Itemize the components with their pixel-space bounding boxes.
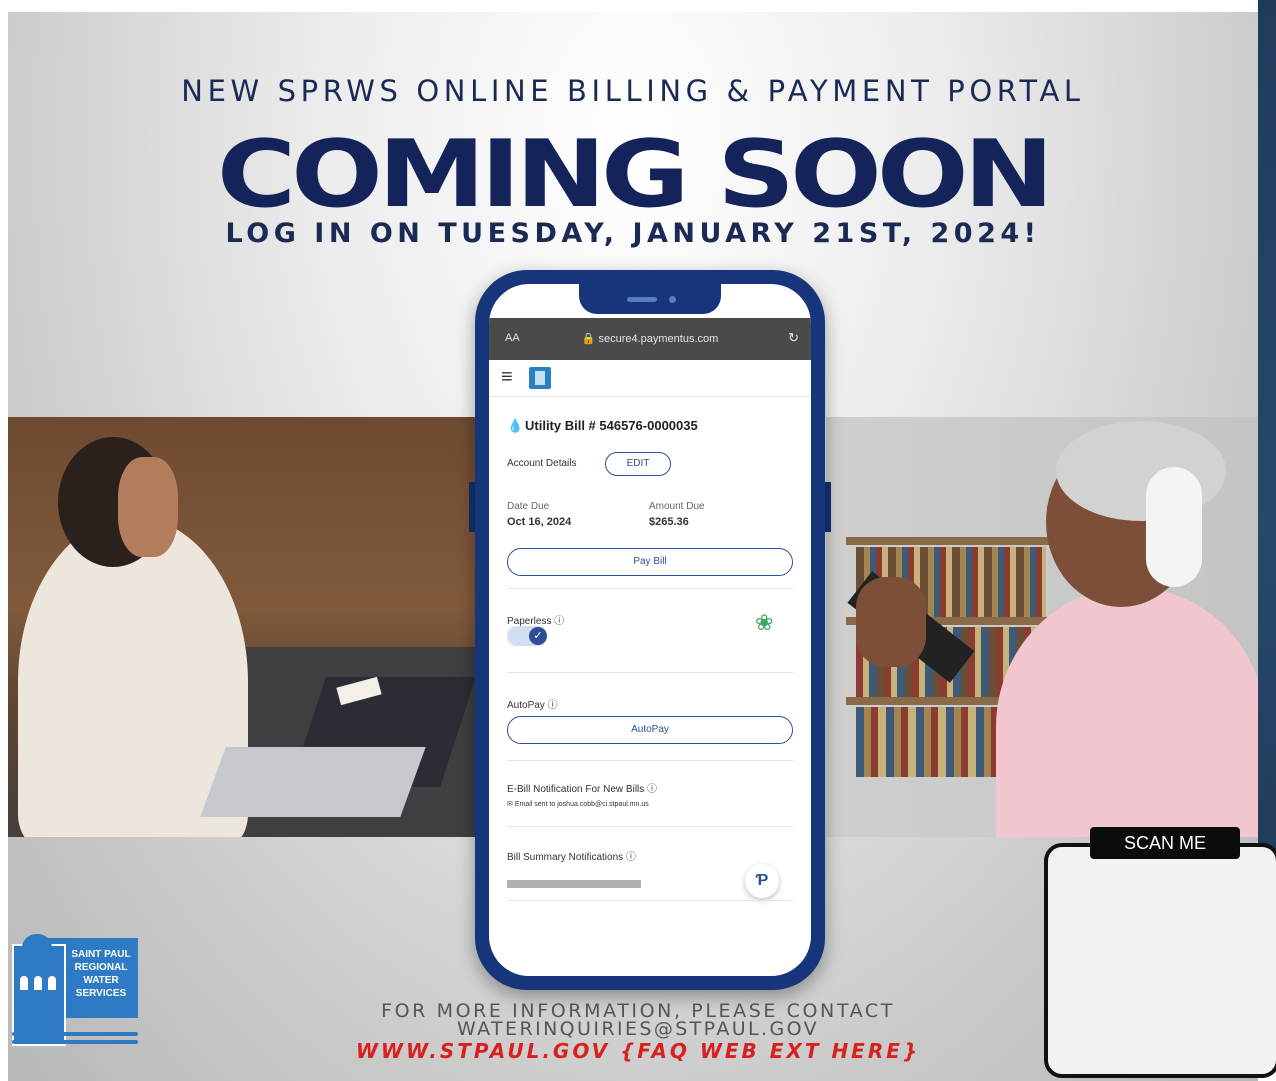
hamburger-menu-icon[interactable]: ≡ <box>501 366 513 389</box>
ebill-text: E-Bill Notification For New Bills <box>507 784 645 795</box>
help-icon[interactable]: ⓘ <box>548 700 558 711</box>
phone-screen: AA 🔒 secure4.paymentus.com ↻ ≡ 💧 Utility… <box>489 284 811 976</box>
autopay-text: AutoPay <box>507 700 545 711</box>
amount-due-label: Amount Due <box>649 501 705 512</box>
url-value: secure4.paymentus.com <box>598 333 719 345</box>
headline: NEW SPRWS ONLINE BILLING & PAYMENT PORTA… <box>181 74 1085 108</box>
phone-notch <box>579 284 721 314</box>
autopay-label: AutoPay ⓘ <box>507 696 558 711</box>
ebill-email: ✉ Email sent to joshua.cobb@ci.stpaul.mn… <box>507 800 649 808</box>
phone-mockup: AA 🔒 secure4.paymentus.com ↻ ≡ 💧 Utility… <box>475 270 825 990</box>
help-icon[interactable]: ⓘ <box>626 852 636 863</box>
help-icon[interactable]: ⓘ <box>554 616 564 627</box>
logo-text: SAINT PAUL REGIONAL WATER SERVICES <box>64 948 138 1000</box>
logo-line: SAINT PAUL <box>71 949 131 960</box>
divider <box>507 826 793 827</box>
help-icon[interactable]: ⓘ <box>647 784 657 795</box>
paperless-label: Paperless ⓘ <box>507 612 564 627</box>
camera-dot <box>669 296 676 303</box>
bill-summary-text: Bill Summary Notifications <box>507 852 624 863</box>
tower-window <box>20 976 28 990</box>
paperless-toggle[interactable]: ✓ <box>507 626 547 646</box>
edit-button[interactable]: EDIT <box>605 452 671 476</box>
photo-woman-laptop <box>8 417 478 837</box>
account-details-label: Account Details <box>507 458 577 469</box>
lock-icon: 🔒 <box>581 333 596 345</box>
logo-line: SERVICES <box>75 988 127 999</box>
check-icon: ✓ <box>529 627 547 645</box>
date-due-value: Oct 16, 2024 <box>507 516 572 528</box>
tower-window <box>48 976 56 990</box>
url-text: 🔒 secure4.paymentus.com <box>489 332 811 345</box>
ebill-email-text: Email sent to joshua.cobb@ci.stpaul.mn.u… <box>514 801 649 808</box>
bill-card: 💧 Utility Bill # 546576-0000035 Account … <box>499 402 801 962</box>
speaker-grille <box>627 297 657 302</box>
placeholder-bar <box>507 880 641 888</box>
bill-title: Utility Bill # 546576-0000035 <box>525 418 698 433</box>
app-header: ≡ <box>489 360 811 397</box>
app-logo-icon[interactable] <box>529 367 551 389</box>
amount-due-value: $265.36 <box>649 516 689 528</box>
ebill-label: E-Bill Notification For New Bills ⓘ <box>507 780 657 795</box>
qr-code-frame[interactable] <box>1044 843 1276 1078</box>
water-drop-icon: 💧 <box>507 418 524 433</box>
date-due-label: Date Due <box>507 501 550 512</box>
divider <box>507 760 793 761</box>
autopay-button[interactable]: AutoPay <box>507 716 793 744</box>
tower-window <box>34 976 42 990</box>
logo-line: WATER <box>83 975 119 986</box>
scan-me-label: SCAN ME <box>1090 827 1240 859</box>
photo-man-tablet <box>826 417 1258 837</box>
paymentus-chat-icon[interactable]: Ƥ <box>745 864 779 898</box>
reload-icon[interactable]: ↻ <box>788 330 799 346</box>
leaf-icon: ❀ <box>755 610 774 635</box>
coming-soon-title: COMING SOON <box>216 120 1054 229</box>
pay-bill-button[interactable]: Pay Bill <box>507 548 793 576</box>
bill-summary-label: Bill Summary Notifications ⓘ <box>507 848 636 863</box>
logo-line: REGIONAL <box>74 962 128 973</box>
login-date: LOG IN ON TUESDAY, JANUARY 21ST, 2024! <box>225 218 1041 249</box>
divider <box>507 588 793 589</box>
divider <box>507 900 793 901</box>
mail-icon: ✉ <box>507 801 513 808</box>
browser-url-bar[interactable]: AA 🔒 secure4.paymentus.com ↻ <box>489 318 811 360</box>
headphones <box>1146 467 1202 587</box>
divider <box>507 672 793 673</box>
